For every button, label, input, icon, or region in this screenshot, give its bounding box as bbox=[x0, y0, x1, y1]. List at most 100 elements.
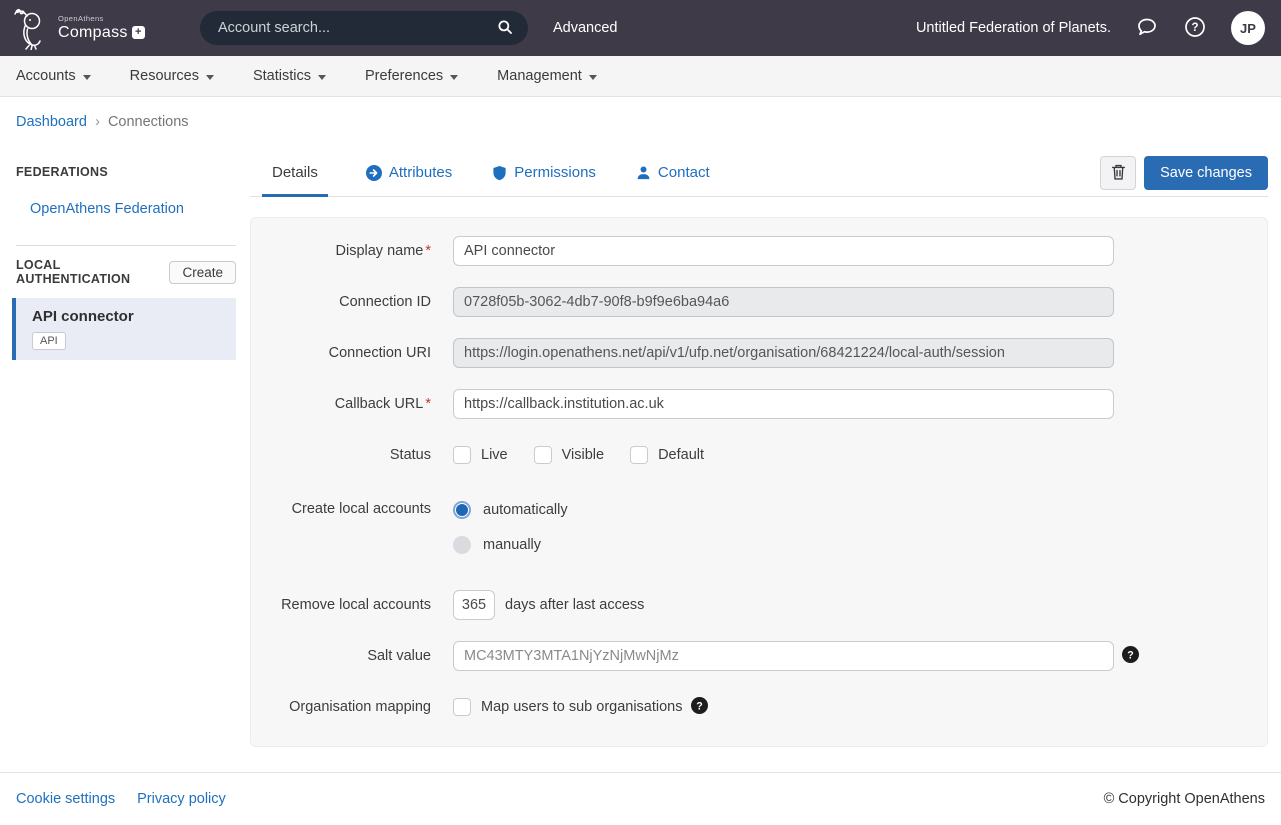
brand-name-small: OpenAthens bbox=[58, 15, 145, 23]
main-header: Details Attributes bbox=[250, 156, 1268, 197]
user-avatar[interactable]: JP bbox=[1231, 11, 1265, 45]
required-asterisk: * bbox=[425, 396, 431, 412]
search-button[interactable] bbox=[494, 16, 516, 41]
automatically-label: automatically bbox=[483, 502, 568, 518]
question-circle-icon: ? bbox=[691, 697, 708, 717]
compass-plus-icon: + bbox=[132, 26, 145, 39]
user-icon bbox=[636, 165, 651, 180]
app-window: OpenAthens Compass + Advanced Untit bbox=[0, 0, 1281, 825]
chevron-down-icon bbox=[450, 75, 458, 80]
save-changes-button[interactable]: Save changes bbox=[1144, 156, 1268, 190]
salt-value-input[interactable] bbox=[453, 641, 1114, 671]
trash-icon bbox=[1110, 163, 1127, 184]
sidebar-item-openathens-federation[interactable]: OpenAthens Federation bbox=[30, 201, 234, 217]
salt-value-help-button[interactable]: ? bbox=[1122, 646, 1139, 666]
callback-url-row: Callback URL* bbox=[251, 389, 1267, 419]
breadcrumb-current: Connections bbox=[108, 114, 189, 130]
nav-accounts-menu[interactable]: Accounts bbox=[16, 68, 91, 84]
shield-icon bbox=[492, 165, 507, 181]
connection-uri-row: Connection URI bbox=[251, 338, 1267, 368]
status-live-checkbox[interactable] bbox=[453, 446, 471, 464]
brand-text: OpenAthens Compass + bbox=[58, 15, 145, 41]
sidebar-divider bbox=[16, 245, 236, 246]
display-name-row: Display name* bbox=[251, 236, 1267, 266]
create-connection-button[interactable]: Create bbox=[169, 261, 236, 284]
topbar-right: Untitled Federation of Planets. ? JP bbox=[916, 0, 1265, 56]
organisation-name: Untitled Federation of Planets. bbox=[916, 20, 1111, 36]
salt-value-label: Salt value bbox=[251, 648, 431, 664]
topbar: OpenAthens Compass + Advanced Untit bbox=[0, 0, 1281, 56]
svg-text:?: ? bbox=[1127, 649, 1133, 661]
breadcrumb: Dashboard › Connections bbox=[0, 97, 1281, 130]
automatically-radio[interactable] bbox=[453, 501, 471, 519]
privacy-policy-link[interactable]: Privacy policy bbox=[137, 791, 226, 807]
federations-heading: FEDERATIONS bbox=[16, 165, 234, 179]
status-live-label: Live bbox=[481, 447, 508, 463]
tab-contact[interactable]: Contact bbox=[634, 156, 712, 197]
brand-name-large: Compass bbox=[58, 25, 128, 41]
organisation-mapping-help-button[interactable]: ? bbox=[691, 697, 708, 717]
brand-logo[interactable]: OpenAthens Compass + bbox=[12, 6, 145, 50]
search-icon bbox=[496, 18, 514, 39]
account-search-input[interactable] bbox=[218, 20, 494, 36]
callback-url-input[interactable] bbox=[453, 389, 1114, 419]
display-name-input[interactable] bbox=[453, 236, 1114, 266]
status-row: Status Live Visible bbox=[251, 440, 1267, 470]
connection-type-badge: API bbox=[32, 332, 66, 350]
tab-attributes[interactable]: Attributes bbox=[364, 156, 454, 197]
arrow-circle-right-icon bbox=[366, 165, 382, 181]
sidebar-item-api-connector[interactable]: API connector API bbox=[12, 298, 236, 360]
manually-radio[interactable] bbox=[453, 536, 471, 554]
connection-uri-input bbox=[453, 338, 1114, 368]
chevron-down-icon bbox=[318, 75, 326, 80]
connection-name: API connector bbox=[32, 308, 226, 325]
remove-days-input[interactable] bbox=[453, 590, 495, 620]
owl-logo-icon bbox=[12, 6, 52, 50]
header-actions: Save changes bbox=[1100, 156, 1268, 190]
local-authentication-heading: LOCAL AUTHENTICATION bbox=[16, 258, 169, 286]
status-visible-label: Visible bbox=[562, 447, 604, 463]
organisation-mapping-checkbox[interactable] bbox=[453, 698, 471, 716]
create-local-accounts-label: Create local accounts bbox=[251, 501, 431, 517]
advanced-search-link[interactable]: Advanced bbox=[553, 0, 618, 56]
status-default-label: Default bbox=[658, 447, 704, 463]
status-label: Status bbox=[251, 447, 431, 463]
remove-days-suffix: days after last access bbox=[505, 597, 644, 613]
sidebar: FEDERATIONS OpenAthens Federation LOCAL … bbox=[0, 130, 250, 772]
page-body: Dashboard › Connections FEDERATIONS Open… bbox=[0, 97, 1281, 772]
nav-management-menu[interactable]: Management bbox=[497, 68, 597, 84]
chat-bubble-icon bbox=[1135, 15, 1159, 42]
nav-statistics-menu[interactable]: Statistics bbox=[253, 68, 326, 84]
connection-details-form: Display name* Connection ID Connection U… bbox=[250, 217, 1268, 747]
tab-details[interactable]: Details bbox=[262, 156, 328, 197]
main-content: Details Attributes bbox=[250, 130, 1281, 772]
help-circle-icon: ? bbox=[1183, 15, 1207, 42]
connection-id-row: Connection ID bbox=[251, 287, 1267, 317]
connection-id-input bbox=[453, 287, 1114, 317]
required-asterisk: * bbox=[425, 243, 431, 259]
breadcrumb-dashboard-link[interactable]: Dashboard bbox=[16, 114, 87, 130]
tab-bar: Details Attributes bbox=[250, 156, 712, 196]
tab-permissions[interactable]: Permissions bbox=[490, 156, 598, 197]
cookie-settings-link[interactable]: Cookie settings bbox=[16, 791, 115, 807]
connection-id-label: Connection ID bbox=[251, 294, 431, 310]
status-visible-checkbox[interactable] bbox=[534, 446, 552, 464]
callback-url-label: Callback URL bbox=[335, 396, 424, 412]
main-navbar: Accounts Resources Statistics Preference… bbox=[0, 56, 1281, 97]
remove-local-accounts-label: Remove local accounts bbox=[251, 597, 431, 613]
create-local-accounts-row: Create local accounts automatically manu… bbox=[251, 495, 1267, 560]
breadcrumb-separator-icon: › bbox=[95, 113, 100, 130]
salt-value-row: Salt value ? bbox=[251, 641, 1267, 671]
nav-resources-menu[interactable]: Resources bbox=[130, 68, 214, 84]
display-name-label: Display name bbox=[336, 243, 424, 259]
organisation-mapping-row: Organisation mapping Map users to sub or… bbox=[251, 692, 1267, 722]
remove-local-accounts-row: Remove local accounts days after last ac… bbox=[251, 590, 1267, 620]
manually-label: manually bbox=[483, 537, 541, 553]
nav-preferences-menu[interactable]: Preferences bbox=[365, 68, 458, 84]
svg-text:?: ? bbox=[696, 700, 702, 712]
status-default-checkbox[interactable] bbox=[630, 446, 648, 464]
feedback-button[interactable] bbox=[1135, 15, 1159, 42]
delete-connection-button[interactable] bbox=[1100, 156, 1136, 190]
chevron-down-icon bbox=[206, 75, 214, 80]
help-button[interactable]: ? bbox=[1183, 15, 1207, 42]
